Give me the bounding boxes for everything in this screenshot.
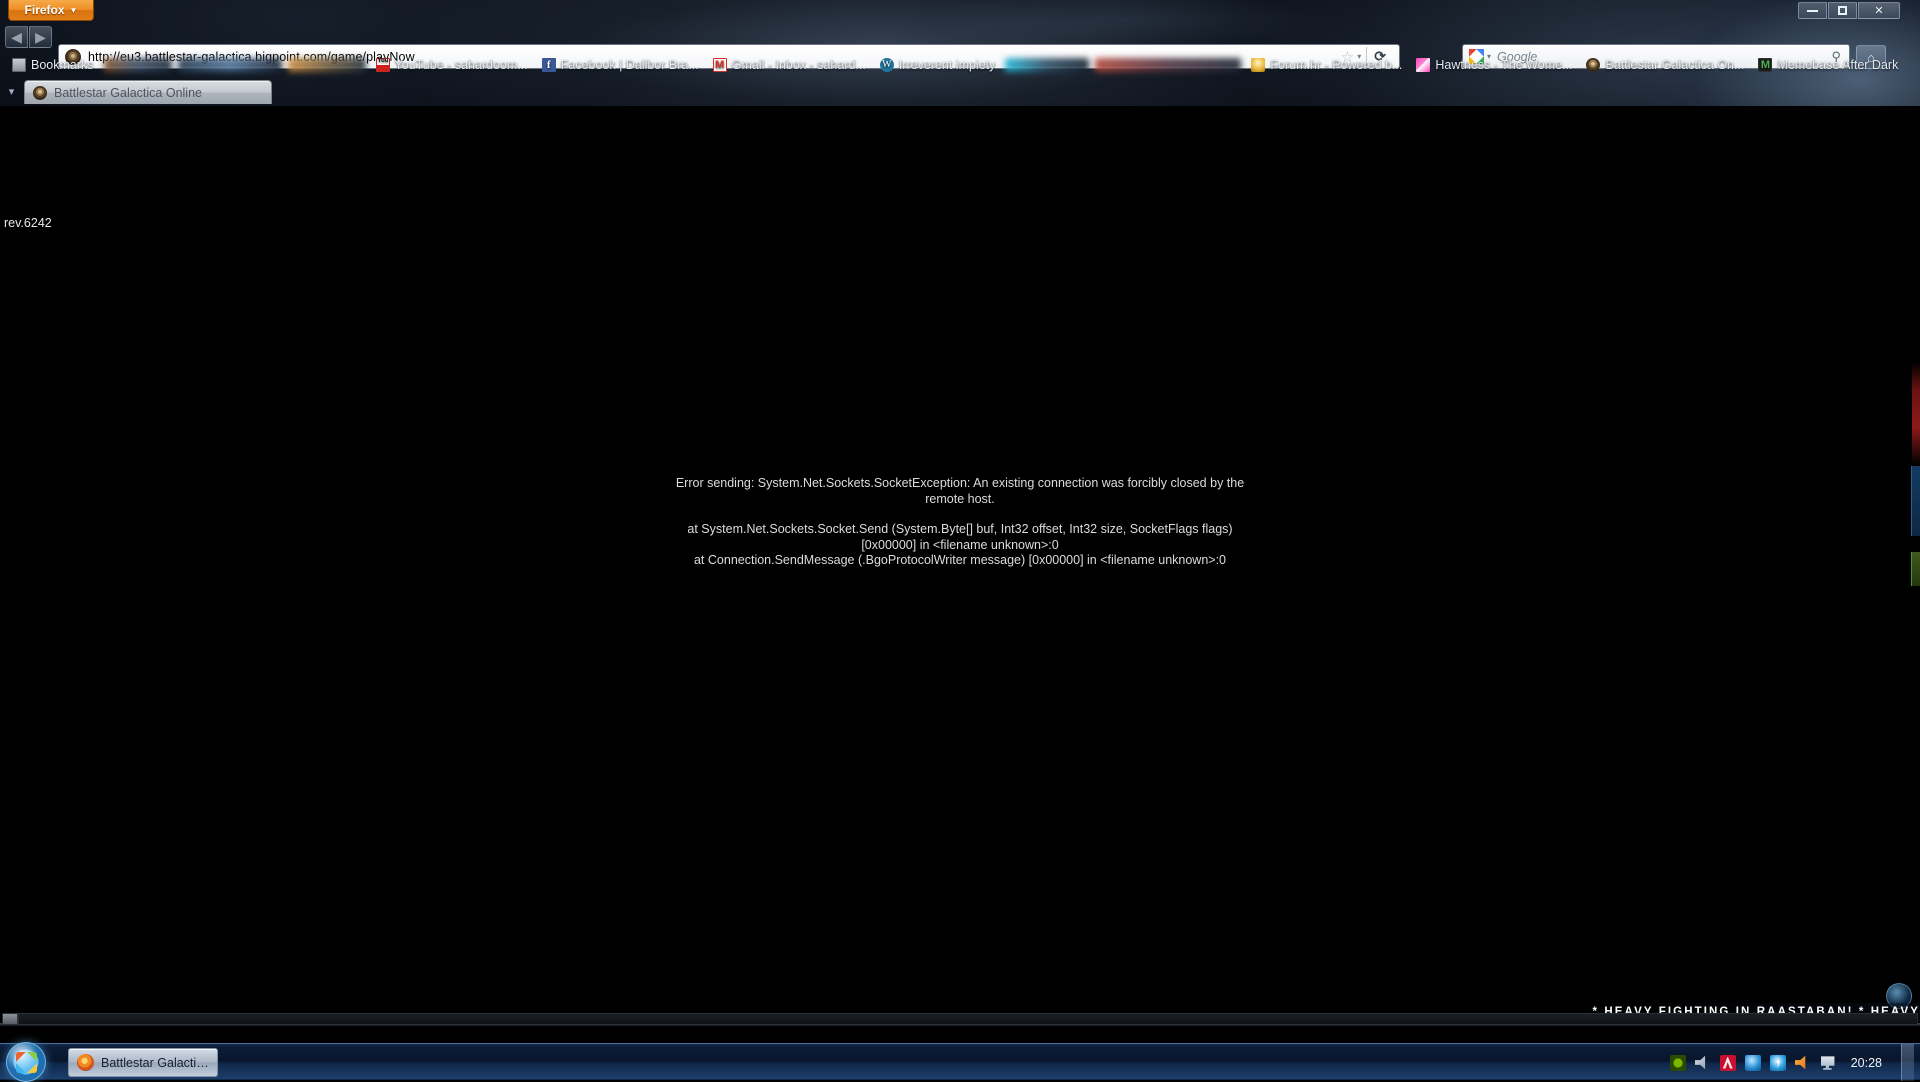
navigation-toolbar: ◀ ▶ http://eu3.battlestar-galactica.bigp…	[0, 22, 1920, 52]
back-button[interactable]: ◀	[5, 26, 28, 48]
bookmarks-toolbar: Bookmarks YouTube - sahardoom... f Faceb…	[0, 52, 1920, 78]
bookmark-label: Irreverent impiety	[899, 58, 996, 72]
forum-icon	[1251, 58, 1265, 72]
system-tray: 20:28	[1660, 1044, 1914, 1081]
bookmark-item-youtube[interactable]: YouTube - sahardoom...	[369, 55, 535, 75]
show-desktop-button[interactable]	[1901, 1044, 1914, 1081]
forward-arrow-icon: ▶	[35, 29, 46, 46]
bookmark-label: Forum.hr - Powered b...	[1270, 58, 1402, 72]
bookmark-label: Memebase After Dark	[1777, 58, 1898, 72]
bookmark-label: Gmail - Inbox - sahard...	[732, 58, 866, 72]
firefox-app-menu-label: Firefox	[25, 3, 65, 17]
gmail-icon	[713, 58, 727, 72]
bookmark-item-blurred[interactable]	[288, 58, 366, 72]
error-stack-line: at System.Net.Sockets.Socket.Send (Syste…	[650, 522, 1270, 538]
firefox-icon	[77, 1054, 94, 1071]
bookmark-item-memebase[interactable]: M Memebase After Dark	[1751, 55, 1905, 75]
firefox-browser-window: Firefox ▼ ✕ ◀ ▶ http://eu3.battlestar-ga…	[0, 0, 1920, 1043]
flash-icon[interactable]	[1770, 1055, 1786, 1071]
wordpress-icon: W	[880, 58, 894, 72]
error-stack-line: [0x00000] in <filename unknown>:0	[650, 538, 1270, 554]
windows-taskbar: Battlestar Galactica ... 20:28	[0, 1043, 1920, 1080]
error-headline: Error sending: System.Net.Sockets.Socket…	[660, 476, 1260, 507]
game-hud-right-edge	[1912, 212, 1920, 1043]
avira-icon[interactable]	[1720, 1055, 1736, 1071]
tab-strip: ▾ Battlestar Galactica Online	[0, 78, 1920, 106]
firefox-app-menu-button[interactable]: Firefox ▼	[8, 0, 94, 21]
network-icon[interactable]	[1820, 1055, 1836, 1071]
bookmark-item-blurred[interactable]	[104, 58, 172, 72]
window-maximize-button[interactable]	[1828, 2, 1857, 19]
speaker-green-icon[interactable]	[1695, 1055, 1711, 1071]
scrollbar-corner	[2, 1013, 18, 1025]
error-stack-trace: at System.Net.Sockets.Socket.Send (Syste…	[650, 522, 1270, 569]
back-arrow-icon: ◀	[11, 29, 22, 46]
bgo-favicon-icon	[33, 86, 47, 100]
bookmark-item-bookmarks-folder[interactable]: Bookmarks	[5, 55, 101, 75]
bookmark-item-gmail[interactable]: Gmail - Inbox - sahard...	[706, 55, 873, 75]
bookmark-label: Hawtness - The Wome...	[1435, 58, 1572, 72]
windows-logo-icon	[16, 1052, 37, 1073]
minimize-icon	[1807, 10, 1818, 12]
game-hud-side-panel-secondary[interactable]	[1911, 552, 1920, 586]
folder-icon	[12, 58, 26, 72]
bookmark-label: Facebook | Dalibor Bra...	[561, 58, 699, 72]
horizontal-scrollbar[interactable]	[18, 1013, 1918, 1025]
volume-icon[interactable]	[1795, 1055, 1811, 1071]
nvidia-icon[interactable]	[1670, 1055, 1686, 1071]
bookmark-item-blurred[interactable]	[1005, 58, 1089, 72]
bookmark-label: Battlestar Galactica On...	[1605, 58, 1744, 72]
close-icon: ✕	[1874, 4, 1883, 17]
start-button[interactable]	[6, 1042, 46, 1082]
bookmark-item-irreverent-impiety[interactable]: W Irreverent impiety	[873, 55, 1003, 75]
bookmark-item-hawtness[interactable]: Hawtness - The Wome...	[1409, 55, 1579, 75]
error-stack-line: at Connection.SendMessage (.BgoProtocolW…	[650, 553, 1270, 569]
taskbar-clock[interactable]: 20:28	[1851, 1056, 1882, 1070]
tab-label: Battlestar Galactica Online	[54, 86, 202, 100]
maximize-icon	[1838, 6, 1847, 15]
tab-battlestar-galactica-online[interactable]: Battlestar Galactica Online	[24, 80, 272, 104]
chevron-down-icon: ▾	[9, 85, 15, 98]
window-titlebar: Firefox ▼ ✕	[0, 0, 1920, 22]
taskbar-item-firefox[interactable]: Battlestar Galactica ...	[68, 1048, 218, 1077]
bookmark-item-battlestar-galactica[interactable]: Battlestar Galactica On...	[1579, 55, 1751, 75]
hawtness-icon	[1416, 58, 1430, 72]
game-error-message: Error sending: System.Net.Sockets.Socket…	[0, 476, 1920, 569]
bookmark-item-forum-hr[interactable]: Forum.hr - Powered b...	[1244, 55, 1409, 75]
game-revision-label: rev.6242	[4, 216, 52, 230]
game-hud-side-panel[interactable]	[1911, 466, 1920, 536]
youtube-icon	[376, 58, 390, 72]
bookmark-label: YouTube - sahardoom...	[395, 58, 528, 72]
page-content-area: rev.6242 Error sending: System.Net.Socke…	[0, 106, 1920, 1043]
forward-button[interactable]: ▶	[29, 26, 52, 48]
water-drop-icon[interactable]	[1745, 1055, 1761, 1071]
window-minimize-button[interactable]	[1798, 2, 1827, 19]
bookmark-item-facebook[interactable]: f Facebook | Dalibor Bra...	[535, 55, 706, 75]
bookmark-item-blurred[interactable]	[178, 58, 282, 72]
window-close-button[interactable]: ✕	[1858, 2, 1900, 19]
chevron-down-icon: ▼	[70, 7, 78, 15]
facebook-icon: f	[542, 58, 556, 72]
memebase-icon: M	[1758, 58, 1772, 72]
bookmark-item-blurred[interactable]	[1095, 58, 1241, 72]
bookmark-label: Bookmarks	[31, 58, 94, 72]
bgo-icon	[1586, 58, 1600, 72]
list-all-tabs-button[interactable]: ▾	[3, 83, 20, 100]
taskbar-item-label: Battlestar Galactica ...	[101, 1056, 209, 1070]
